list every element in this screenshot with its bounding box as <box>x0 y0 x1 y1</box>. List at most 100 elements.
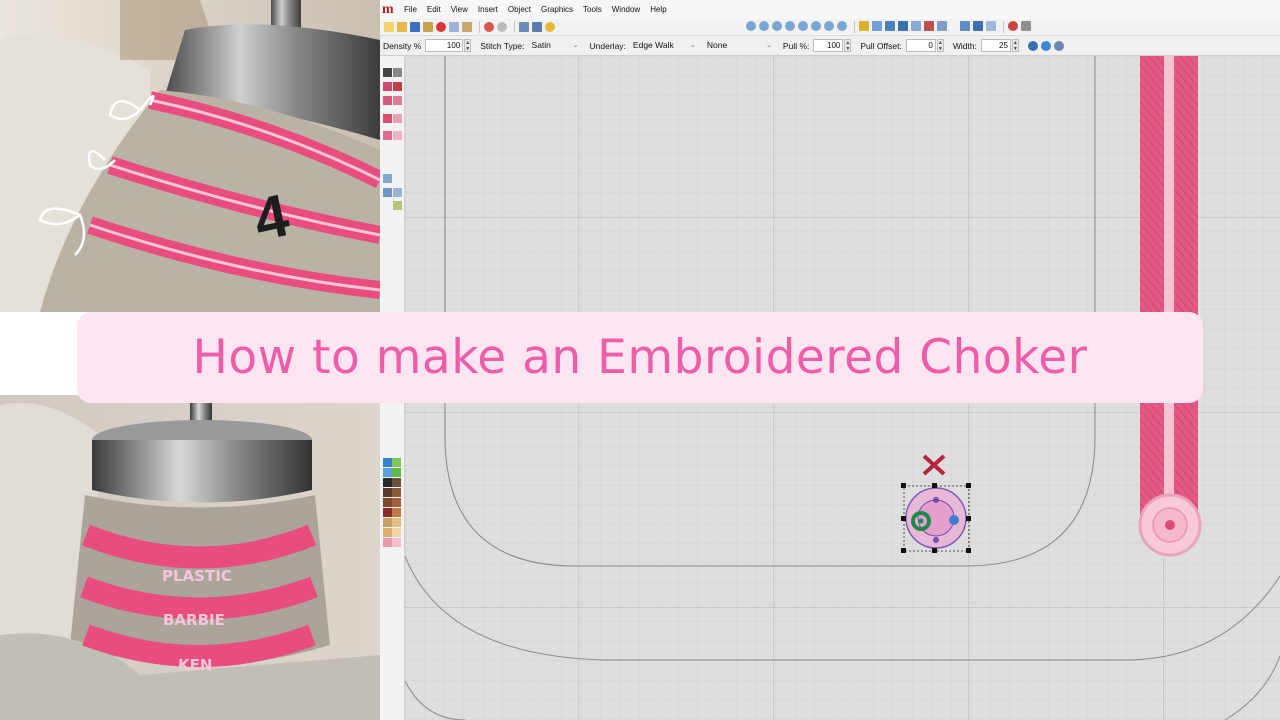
main-toolbar <box>380 19 1280 36</box>
zoom-toolbar <box>746 21 950 33</box>
cross-stitch-icon[interactable] <box>393 131 402 140</box>
column-tool-icon[interactable] <box>383 114 392 123</box>
fill-pattern-icon[interactable] <box>393 114 402 123</box>
pull-offset-spinner[interactable]: ▲ ▼ <box>936 39 944 52</box>
redo-icon[interactable] <box>497 22 507 32</box>
stitch-view-icon[interactable] <box>924 21 934 31</box>
menu-tools[interactable]: Tools <box>578 5 607 14</box>
stitch-direction-icon[interactable] <box>1040 40 1051 51</box>
zoom-selection-icon[interactable] <box>811 21 821 31</box>
grid-icon[interactable] <box>911 21 921 31</box>
new-icon[interactable] <box>384 22 394 32</box>
title-banner: How to make an Embroidered Choker <box>77 312 1203 403</box>
angle-icon[interactable] <box>1027 40 1038 51</box>
pull-spinner[interactable]: ▲ ▼ <box>844 39 852 52</box>
undo-icon[interactable] <box>484 22 494 32</box>
pencil-icon[interactable] <box>859 21 869 31</box>
zoom-out-icon[interactable] <box>759 21 769 31</box>
applique-tool-icon[interactable] <box>393 96 402 105</box>
reshape-icon[interactable] <box>885 21 895 31</box>
select-icon[interactable] <box>872 21 882 31</box>
group-icon[interactable] <box>986 21 996 31</box>
node-icon[interactable] <box>898 21 908 31</box>
color-swatch[interactable] <box>383 458 392 467</box>
color-swatch[interactable] <box>383 538 392 547</box>
color-swatch[interactable] <box>383 508 392 517</box>
width-input[interactable]: 25 <box>980 39 1011 52</box>
width-spinner[interactable]: ▲ ▼ <box>1011 39 1019 52</box>
color-swatch[interactable] <box>383 468 392 477</box>
color-swatch[interactable] <box>392 538 401 547</box>
color-swatch[interactable] <box>392 458 401 467</box>
underlay-select[interactable]: Edge Walk ⌄ <box>629 39 698 52</box>
color-swatch[interactable] <box>383 488 392 497</box>
select-tool-icon[interactable] <box>383 68 392 77</box>
zoom-previous-icon[interactable] <box>824 21 834 31</box>
line-tool-icon[interactable] <box>393 68 402 77</box>
right-toolbar <box>960 21 1034 33</box>
menu-graphics[interactable]: Graphics <box>536 5 578 14</box>
monogram-tool-icon[interactable] <box>383 188 392 197</box>
satin-tool-icon[interactable] <box>383 82 392 91</box>
zoom-1to1-icon[interactable] <box>798 21 808 31</box>
color-swatch[interactable] <box>392 508 401 517</box>
density-spinner[interactable]: ▲ ▼ <box>464 39 472 52</box>
align-icon[interactable] <box>960 21 970 31</box>
color-swatch[interactable] <box>383 498 392 507</box>
menu-file[interactable]: File <box>399 5 422 14</box>
stitch-type-select[interactable]: Satin ⌄ <box>528 39 581 52</box>
pull-input[interactable]: 100 <box>813 39 844 52</box>
zoom-in-icon[interactable] <box>746 21 756 31</box>
cut-icon[interactable] <box>436 22 446 32</box>
color-swatch[interactable] <box>392 478 401 487</box>
menu-help[interactable]: Help <box>645 5 671 14</box>
node-handle-icon[interactable] <box>949 515 959 525</box>
fill-tool-icon[interactable] <box>393 82 402 91</box>
save-icon[interactable] <box>410 22 420 32</box>
density-input[interactable]: 100 <box>425 39 464 52</box>
menu-edit[interactable]: Edit <box>422 5 446 14</box>
close-icon[interactable] <box>922 454 946 476</box>
run-tool-icon[interactable] <box>383 96 392 105</box>
color-swatch[interactable] <box>392 468 401 477</box>
zoom-fit-icon[interactable] <box>785 21 795 31</box>
print-icon[interactable] <box>423 22 433 32</box>
color-swatch[interactable] <box>392 518 401 527</box>
color-swatch[interactable] <box>383 518 392 527</box>
paste-icon[interactable] <box>462 22 472 32</box>
color-swatch[interactable] <box>383 478 392 487</box>
grid-options-icon[interactable] <box>1053 40 1064 51</box>
zoom-box-icon[interactable] <box>772 21 782 31</box>
menu-view[interactable]: View <box>446 5 473 14</box>
underlay-second-select[interactable]: None ⌄ <box>703 39 774 52</box>
lettering-tool-icon[interactable] <box>383 174 392 183</box>
color-swatch[interactable] <box>392 528 401 537</box>
break-apart-icon[interactable] <box>1021 21 1031 31</box>
open-icon[interactable] <box>397 22 407 32</box>
color-swatch[interactable] <box>383 528 392 537</box>
image-tool-icon[interactable] <box>393 201 402 210</box>
frame-tool-icon[interactable] <box>393 188 402 197</box>
motif-tool-icon[interactable] <box>383 131 392 140</box>
outline-view-icon[interactable] <box>937 21 947 31</box>
color-swatch[interactable] <box>392 498 401 507</box>
distribute-icon[interactable] <box>973 21 983 31</box>
copy-icon[interactable] <box>449 22 459 32</box>
menu-insert[interactable]: Insert <box>473 5 503 14</box>
pan-icon[interactable] <box>837 21 847 31</box>
property-bar: Density % 100 ▲ ▼ Stitch Type: Satin ⌄ Und… <box>380 36 1280 56</box>
svg-text:KEN: KEN <box>178 656 212 674</box>
menu-object[interactable]: Object <box>503 5 536 14</box>
stitch-player-icon[interactable] <box>519 22 529 32</box>
color-swatch[interactable] <box>392 488 401 497</box>
app-logo-icon[interactable]: m <box>382 2 395 17</box>
help-icon[interactable] <box>545 22 555 32</box>
left-satin-strap[interactable] <box>1138 56 1202 557</box>
pull-offset-input[interactable]: 0 <box>905 39 936 52</box>
menu-window[interactable]: Window <box>607 5 645 14</box>
design-info-icon[interactable] <box>532 22 542 32</box>
selection-handles[interactable] <box>890 440 980 560</box>
mannequin-top-illustration: 4 <box>0 0 380 312</box>
pull-offset-label: Pull Offset: <box>860 40 902 51</box>
delete-icon[interactable] <box>1008 21 1018 31</box>
